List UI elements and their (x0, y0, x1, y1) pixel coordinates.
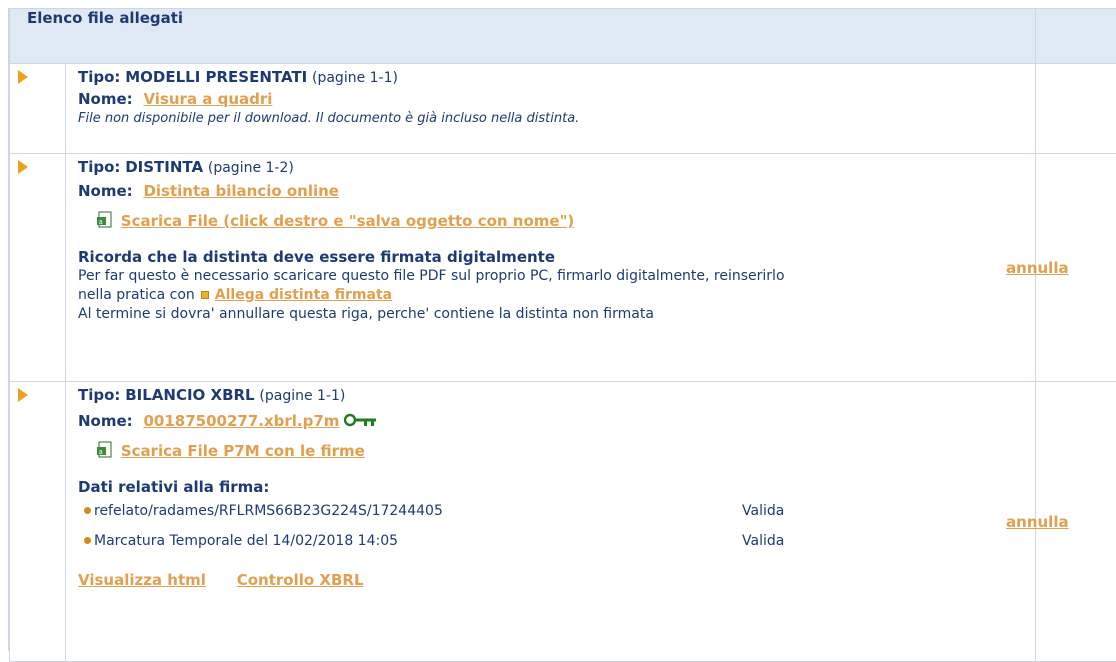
tipo-pages: (pagine 1-1) (259, 388, 345, 404)
cancel-link[interactable]: annulla (1006, 259, 1116, 277)
reminder-text-1: Per far questo è necessario scaricare qu… (78, 267, 1025, 286)
row-arrow-icon (18, 388, 28, 402)
signature-name: Marcatura Temporale del 14/02/2018 14:05 (94, 532, 398, 551)
svg-text:a: a (99, 218, 103, 226)
signature-status: Valida (742, 502, 784, 521)
tipo-label: Tipo: (78, 158, 120, 176)
file-name-link[interactable]: Visura a quadri (143, 90, 272, 108)
tipo-value: BILANCIO XBRL (125, 386, 254, 404)
download-p7m-link[interactable]: Scarica File P7M con le firme (121, 442, 365, 460)
reminder-text-3: Al termine si dovra' annullare questa ri… (78, 305, 1025, 324)
signature-title: Dati relativi alla firma: (78, 478, 1025, 497)
attachments-table: Elenco file allegati Tipo: MODELLI PRESE… (9, 8, 1116, 662)
table-row: Tipo: DISTINTA (pagine 1-2) Nome: Distin… (10, 154, 1116, 382)
key-icon (344, 412, 378, 430)
reminder-title: Ricorda che la distinta deve essere firm… (78, 248, 1025, 267)
nome-label: Nome: (78, 90, 133, 108)
file-note: File non disponibile per il download. Il… (78, 109, 1025, 128)
reminder-text-2: nella pratica con (78, 287, 195, 303)
download-file-link[interactable]: Scarica File (click destro e "salva ogge… (121, 212, 574, 230)
svg-text:a: a (99, 448, 103, 456)
tipo-label: Tipo: (78, 68, 120, 86)
table-header: Elenco file allegati (10, 9, 1116, 64)
attachments-panel: Elenco file allegati Tipo: MODELLI PRESE… (8, 8, 1116, 651)
xbrl-check-link[interactable]: Controllo XBRL (237, 571, 364, 589)
tipo-pages: (pagine 1-1) (312, 70, 398, 86)
signature-row: refelato/radames/RFLRMS66B23G224S/172444… (78, 497, 1025, 527)
nome-label: Nome: (78, 412, 133, 430)
table-row: Tipo: BILANCIO XBRL (pagine 1-1) Nome: 0… (10, 382, 1116, 662)
tipo-value: DISTINTA (125, 158, 203, 176)
file-download-icon: a (96, 441, 114, 464)
file-name-link[interactable]: Distinta bilancio online (143, 182, 339, 200)
file-name-link[interactable]: 00187500277.xbrl.p7m (143, 412, 339, 430)
file-download-icon: a (96, 211, 114, 234)
row-arrow-icon (18, 70, 28, 84)
tipo-value: MODELLI PRESENTATI (125, 68, 307, 86)
table-row: Tipo: MODELLI PRESENTATI (pagine 1-1) No… (10, 64, 1116, 154)
row-arrow-icon (18, 160, 28, 174)
panel-title: Elenco file allegati (10, 9, 183, 27)
bullet-icon (84, 537, 91, 544)
attach-signed-link[interactable]: Allega distinta firmata (215, 287, 392, 303)
tipo-pages: (pagine 1-2) (208, 160, 294, 176)
signature-status: Valida (742, 532, 784, 551)
header-empty-cell (1036, 9, 1116, 64)
view-html-link[interactable]: Visualizza html (78, 571, 206, 589)
bullet-icon (84, 507, 91, 514)
nome-label: Nome: (78, 182, 133, 200)
signature-name: refelato/radames/RFLRMS66B23G224S/172444… (94, 502, 443, 521)
signature-row: Marcatura Temporale del 14/02/2018 14:05… (78, 527, 1025, 557)
tipo-label: Tipo: (78, 386, 120, 404)
attach-bullet-icon (201, 291, 209, 299)
